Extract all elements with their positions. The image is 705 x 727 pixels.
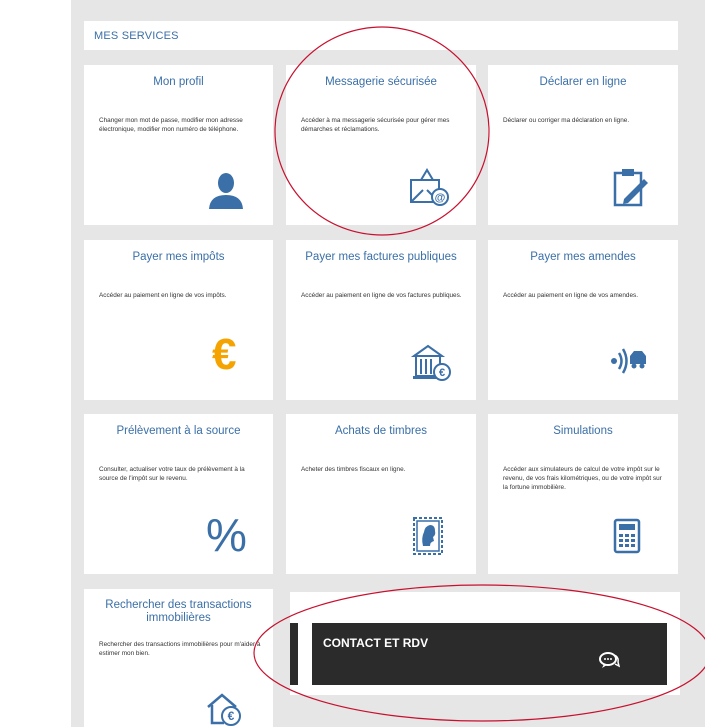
card-title: Déclarer en ligne: [539, 76, 627, 88]
card-title: Payer mes factures publiques: [305, 251, 457, 263]
card-description: Consulter, actualiser votre taux de prél…: [99, 466, 245, 482]
card-achats-de-timbres[interactable]: Achats de timbres Acheter des timbres fi…: [286, 414, 476, 574]
card-description: Accéder au paiement en ligne de vos amen…: [503, 292, 638, 299]
card-title: Rechercher des transactions immobilières: [105, 599, 252, 624]
card-description: Changer mon mot de passe, modifier mon a…: [99, 117, 243, 133]
card-description: Acheter des timbres fiscaux en ligne.: [301, 466, 406, 473]
card-description: Accéder au paiement en ligne de vos fact…: [301, 292, 462, 299]
section-title: MES SERVICES: [94, 30, 179, 42]
card-title: Messagerie sécurisée: [325, 76, 437, 88]
speed-camera-car-icon: [611, 348, 646, 374]
card-declarer-en-ligne[interactable]: Déclarer en ligne Déclarer ou corriger m…: [488, 65, 678, 225]
svg-text:€: €: [439, 367, 445, 379]
card-title: Payer mes impôts: [132, 251, 225, 263]
svg-text:€: €: [228, 709, 235, 723]
calculator-icon: [613, 518, 641, 554]
card-rechercher-transactions-immobilieres[interactable]: Rechercher des transactions immobilières…: [84, 589, 273, 727]
card-title: Achats de timbres: [334, 425, 428, 437]
euro-icon: €: [212, 330, 237, 379]
user-icon: [209, 173, 243, 209]
stamp-icon: [413, 517, 443, 555]
house-euro-icon: €: [207, 693, 241, 726]
card-simulations[interactable]: Simulations Accéder aux simulateurs de c…: [488, 414, 678, 574]
card-title: Mon profil: [153, 76, 204, 88]
clipboard-pen-icon: [613, 169, 648, 207]
contact-rdv-button[interactable]: CONTACT ET RDV: [312, 623, 667, 685]
svg-text:@: @: [435, 192, 446, 204]
card-payer-mes-amendes[interactable]: Payer mes amendes Accéder au paiement en…: [488, 240, 678, 400]
card-title: Payer mes amendes: [530, 251, 636, 263]
percent-icon: %: [206, 509, 247, 561]
contact-panel: CONTACT ET RDV: [290, 592, 680, 695]
card-prelevement-a-la-source[interactable]: Prélèvement à la source Consulter, actua…: [84, 414, 273, 574]
section-header: MES SERVICES: [84, 21, 678, 50]
card-payer-mes-factures-publiques[interactable]: Payer mes factures publiques Accéder au …: [286, 240, 476, 400]
card-title: Simulations: [553, 425, 613, 437]
secure-mail-icon: @: [410, 168, 449, 206]
card-mon-profil[interactable]: Mon profil Changer mon mot de passe, mod…: [84, 65, 273, 225]
contact-side-bar: [290, 623, 298, 685]
card-description: Accéder aux simulateurs de calcul de vot…: [503, 466, 662, 491]
chat-bubbles-icon: [599, 652, 620, 668]
card-title: Prélèvement à la source: [116, 425, 241, 437]
card-description: Accéder au paiement en ligne de vos impô…: [99, 292, 227, 299]
public-building-euro-icon: €: [410, 344, 451, 381]
card-description: Déclarer ou corriger ma déclaration en l…: [503, 117, 630, 124]
card-payer-mes-impots[interactable]: Payer mes impôts Accéder au paiement en …: [84, 240, 273, 400]
contact-label: CONTACT ET RDV: [323, 636, 429, 650]
card-description: Accéder à ma messagerie sécurisée pour g…: [301, 117, 450, 133]
card-description: Rechercher des transactions immobilières…: [99, 641, 261, 657]
card-messagerie-securisee[interactable]: Messagerie sécurisée Accéder à ma messag…: [286, 65, 476, 225]
